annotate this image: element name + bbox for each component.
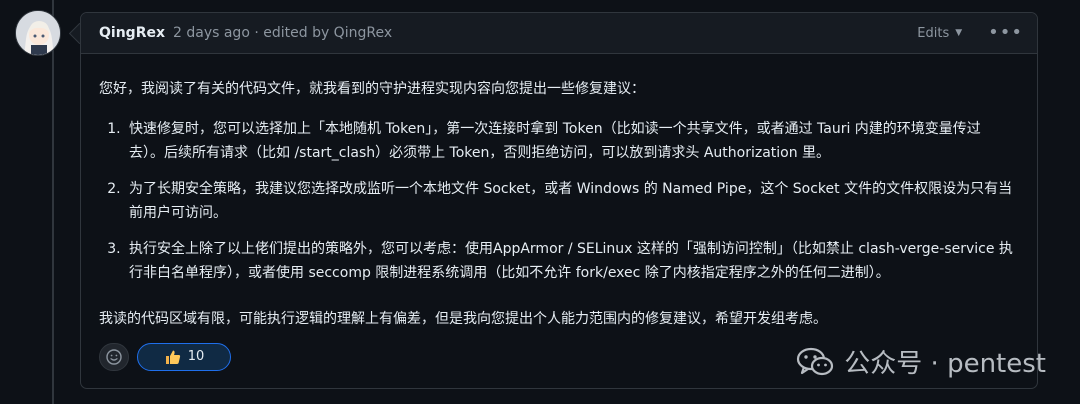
comment-meta[interactable]: 2 days ago · edited by QingRex <box>173 25 392 41</box>
list-item: 为了长期安全策略，我建议您选择改成监听一个本地文件 Socket，或者 Wind… <box>125 177 1015 225</box>
caret-down-icon: ▼ <box>955 28 963 38</box>
kebab-menu-icon[interactable]: ••• <box>988 24 1023 42</box>
avatar[interactable] <box>15 10 61 56</box>
edits-dropdown[interactable]: Edits ▼ <box>917 26 962 41</box>
watermark: 公众号 · pentest <box>796 343 1046 380</box>
smiley-icon <box>106 349 122 365</box>
list-item: 快速修复时，您可以选择加上「本地随机 Token」，第一次连接时拿到 Token… <box>125 117 1015 165</box>
watermark-text: 公众号 · pentest <box>844 349 1046 379</box>
suggestion-list: 快速修复时，您可以选择加上「本地随机 Token」，第一次连接时拿到 Token… <box>99 117 1015 297</box>
comment-author[interactable]: QingRex <box>99 25 165 41</box>
comment-card: QingRex 2 days ago · edited by QingRex E… <box>80 12 1038 389</box>
comment-header: QingRex 2 days ago · edited by QingRex E… <box>81 13 1037 54</box>
add-reaction-button[interactable] <box>99 343 129 371</box>
wechat-icon <box>797 347 834 375</box>
thumbs-up-count: 10 <box>187 349 205 364</box>
comment-intro: 您好，我阅读了有关的代码文件，就我看到的守护进程实现内容向您提出一些修复建议： <box>99 81 645 97</box>
reactions-bar: 10 <box>99 343 231 371</box>
comment-closing: 我读的代码区域有限，可能执行逻辑的理解上有偏差，但是我向您提出个人能力范围内的修… <box>99 311 827 327</box>
edits-label: Edits <box>917 25 950 41</box>
thumbs-up-reaction-button[interactable]: 10 <box>137 343 231 371</box>
timeline-line <box>52 0 54 404</box>
list-item: 执行安全上除了以上佬们提出的策略外，您可以考虑：使用AppArmor / SEL… <box>125 237 1015 285</box>
thumbs-up-icon <box>165 350 180 364</box>
